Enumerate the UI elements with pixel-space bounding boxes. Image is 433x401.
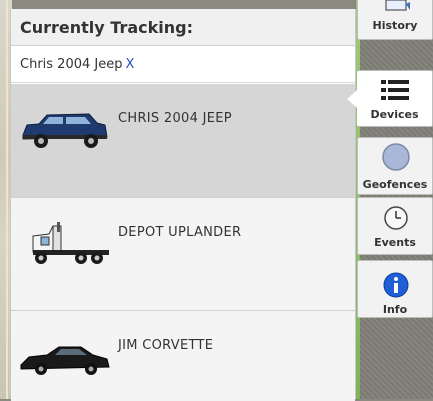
- tab-events[interactable]: Events: [357, 197, 433, 255]
- clock-icon: [384, 206, 408, 230]
- device-name: DEPOT UPLANDER: [118, 225, 242, 240]
- history-icon: [385, 0, 410, 11]
- tracking-panel: Currently Tracking: Chris 2004 Jeep X CH…: [10, 9, 356, 401]
- tab-info-label: Info: [382, 303, 408, 316]
- geofence-circle-icon: [382, 143, 410, 171]
- semi-truck-icon: [32, 222, 109, 264]
- tab-history[interactable]: History: [357, 0, 433, 40]
- info-icon: [383, 272, 409, 298]
- device-name: JIM CORVETTE: [118, 338, 214, 353]
- device-name: CHRIS 2004 JEEP: [118, 111, 232, 126]
- tab-events-label: Events: [374, 236, 416, 249]
- device-list-item[interactable]: DEPOT UPLANDER: [11, 198, 355, 311]
- tab-info[interactable]: Info: [357, 260, 433, 318]
- tab-history-label: History: [372, 19, 418, 32]
- list-icon: [381, 80, 409, 100]
- device-list-item[interactable]: CHRIS 2004 JEEP: [11, 84, 355, 198]
- sports-car-icon: [20, 346, 110, 375]
- devices-tab-pointer: [347, 90, 357, 108]
- current-tracking-row: Chris 2004 Jeep X: [11, 46, 355, 83]
- tab-geofences-label: Geofences: [362, 178, 428, 191]
- tab-devices[interactable]: Devices: [357, 70, 433, 127]
- panel-title: Currently Tracking:: [20, 17, 193, 37]
- tracking-device-name: Chris 2004 Jeep: [20, 56, 123, 72]
- panel-header: Currently Tracking:: [11, 9, 355, 46]
- tab-devices-label: Devices: [370, 108, 419, 121]
- map-road: [6, 0, 8, 399]
- tab-geofences[interactable]: Geofences: [357, 137, 433, 195]
- remove-tracking-button[interactable]: X: [125, 57, 134, 72]
- suv-icon: [22, 113, 108, 148]
- device-list-item[interactable]: JIM CORVETTE: [11, 311, 355, 401]
